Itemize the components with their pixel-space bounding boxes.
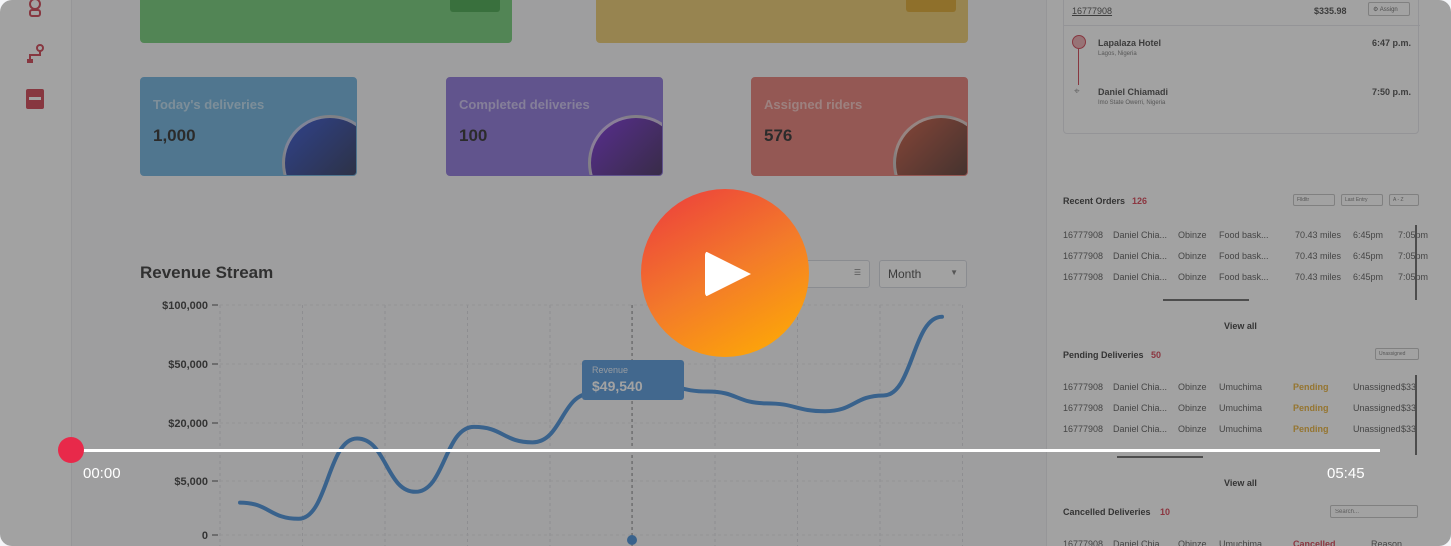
video-frame: Today's deliveries 1,000 Completed deliv… [0,0,1451,546]
progress-handle[interactable] [58,437,84,463]
progress-track[interactable] [71,449,1380,452]
play-button[interactable] [641,189,809,357]
current-time: 00:00 [83,465,121,482]
play-icon [705,251,751,297]
duration: 05:45 [1327,465,1365,482]
